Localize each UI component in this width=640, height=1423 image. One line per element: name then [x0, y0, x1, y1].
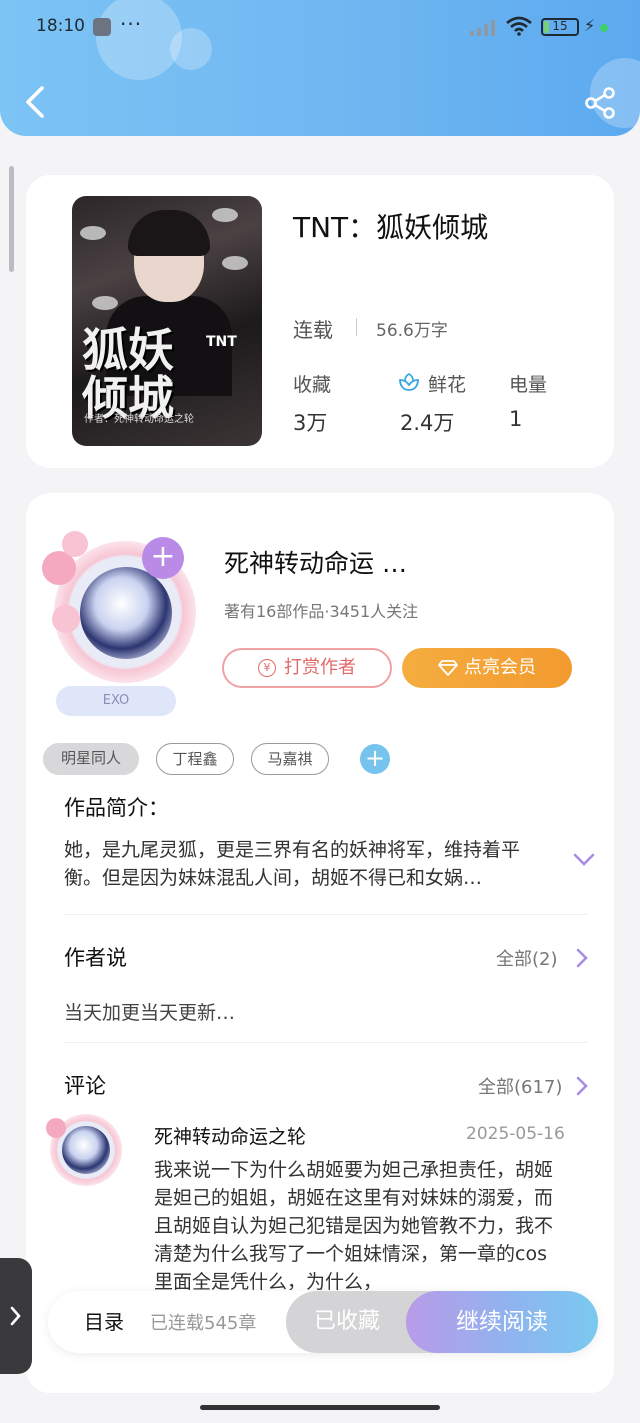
- privacy-indicator: [600, 24, 608, 32]
- avatar-image: [62, 1126, 110, 1174]
- battery-icon: 15: [541, 18, 579, 36]
- book-cover[interactable]: 狐妖 倾城 TNT 作者：死神转动命运之轮: [72, 196, 262, 446]
- stat-favorites-label: 收藏: [293, 374, 332, 396]
- author-note-text: 当天加更当天更新…: [64, 1002, 236, 1024]
- reward-author-button[interactable]: ¥ 打赏作者: [222, 648, 392, 688]
- follow-author-button[interactable]: +: [142, 537, 184, 579]
- flower-icon: [399, 372, 419, 391]
- synopsis-text[interactable]: 她，是九尾灵狐，更是三界有名的妖神将军，维持着平衡。但是因为妹妹混乱人间，胡姬不…: [64, 836, 554, 892]
- author-note-all-link[interactable]: 全部(2): [496, 945, 558, 971]
- tag-character[interactable]: 丁程鑫: [156, 743, 234, 775]
- more-notifications-icon: ···: [120, 12, 143, 36]
- coin-icon: ¥: [258, 659, 276, 677]
- divider: [64, 1042, 588, 1043]
- comment-username[interactable]: 死神转动命运之轮: [154, 1122, 306, 1149]
- synopsis-heading: 作品简介：: [64, 796, 169, 820]
- app-notification-icon: [93, 18, 111, 36]
- chevron-right-icon[interactable]: [576, 1076, 588, 1096]
- cover-decor: [222, 256, 248, 270]
- cover-credit: 作者：死神转动命运之轮: [84, 414, 194, 425]
- cover-decor: [80, 226, 106, 240]
- avatar-decor: [62, 531, 88, 557]
- stat-flowers-label: 鲜花: [428, 374, 467, 396]
- avatar-decor: [46, 1118, 66, 1138]
- stat-flowers-value: 2.4万: [400, 411, 455, 435]
- author-note-heading: 作者说: [64, 946, 127, 970]
- chapter-count: 已连载545章: [150, 1313, 257, 1334]
- divider: [356, 318, 357, 336]
- share-icon[interactable]: [583, 86, 617, 120]
- cover-decor: [92, 296, 118, 310]
- wifi-icon: [506, 16, 532, 36]
- divider: [64, 914, 588, 915]
- comment-date: 2025-05-16: [466, 1124, 565, 1144]
- commenter-avatar[interactable]: [46, 1108, 122, 1196]
- side-drawer-toggle[interactable]: [0, 1258, 32, 1374]
- cover-figure: [128, 210, 210, 256]
- tag-character[interactable]: 马嘉祺: [251, 743, 329, 775]
- vip-label: 点亮会员: [464, 657, 536, 678]
- comment-text[interactable]: 我来说一下为什么胡姬要为妲己承担责任，胡姬是妲己的姐姐，胡姬在这里有对妹妹的溺爱…: [154, 1156, 554, 1290]
- chevron-right-icon[interactable]: [576, 948, 588, 968]
- battery-percent: 15: [552, 19, 568, 33]
- comments-all-link[interactable]: 全部(617): [478, 1073, 562, 1099]
- stat-favorites-value: 3万: [293, 411, 328, 435]
- book-title: TNT：狐妖倾城: [293, 211, 489, 244]
- diamond-icon: [438, 660, 458, 676]
- status-bar: 18:10 ··· 15 ⚡: [0, 0, 640, 56]
- continue-reading-button[interactable]: 继续阅读: [406, 1291, 598, 1353]
- avatar-decor: [52, 605, 80, 633]
- status-time: 18:10: [36, 16, 85, 36]
- home-indicator[interactable]: [200, 1405, 440, 1410]
- chevron-down-icon[interactable]: [572, 852, 596, 868]
- serial-status: 连载: [293, 318, 333, 342]
- scroll-indicator[interactable]: [9, 166, 14, 272]
- stat-power-value: 1: [509, 407, 523, 431]
- cover-decor: [212, 208, 238, 222]
- author-name[interactable]: 死神转动命运 …: [224, 544, 407, 580]
- author-meta: 著有16部作品·3451人关注: [224, 602, 419, 621]
- reward-label: 打赏作者: [284, 657, 356, 678]
- table-of-contents-button[interactable]: 目录: [84, 1306, 124, 1335]
- charging-icon: ⚡: [584, 16, 596, 35]
- avatar-image: [80, 567, 172, 659]
- top-header: 18:10 ··· 15 ⚡: [0, 0, 640, 136]
- stat-power-label: 电量: [509, 374, 548, 396]
- tag-category[interactable]: 明星同人: [43, 743, 139, 775]
- comments-heading: 评论: [64, 1074, 106, 1098]
- add-tag-button[interactable]: +: [360, 744, 390, 774]
- vip-button[interactable]: 点亮会员: [402, 648, 572, 688]
- signal-icon: [470, 20, 495, 36]
- cover-badge: TNT: [206, 334, 237, 350]
- back-arrow-icon[interactable]: [20, 84, 50, 120]
- chevron-right-icon: [10, 1306, 21, 1326]
- author-badge: EXO: [56, 686, 176, 716]
- word-count: 56.6万字: [376, 321, 448, 341]
